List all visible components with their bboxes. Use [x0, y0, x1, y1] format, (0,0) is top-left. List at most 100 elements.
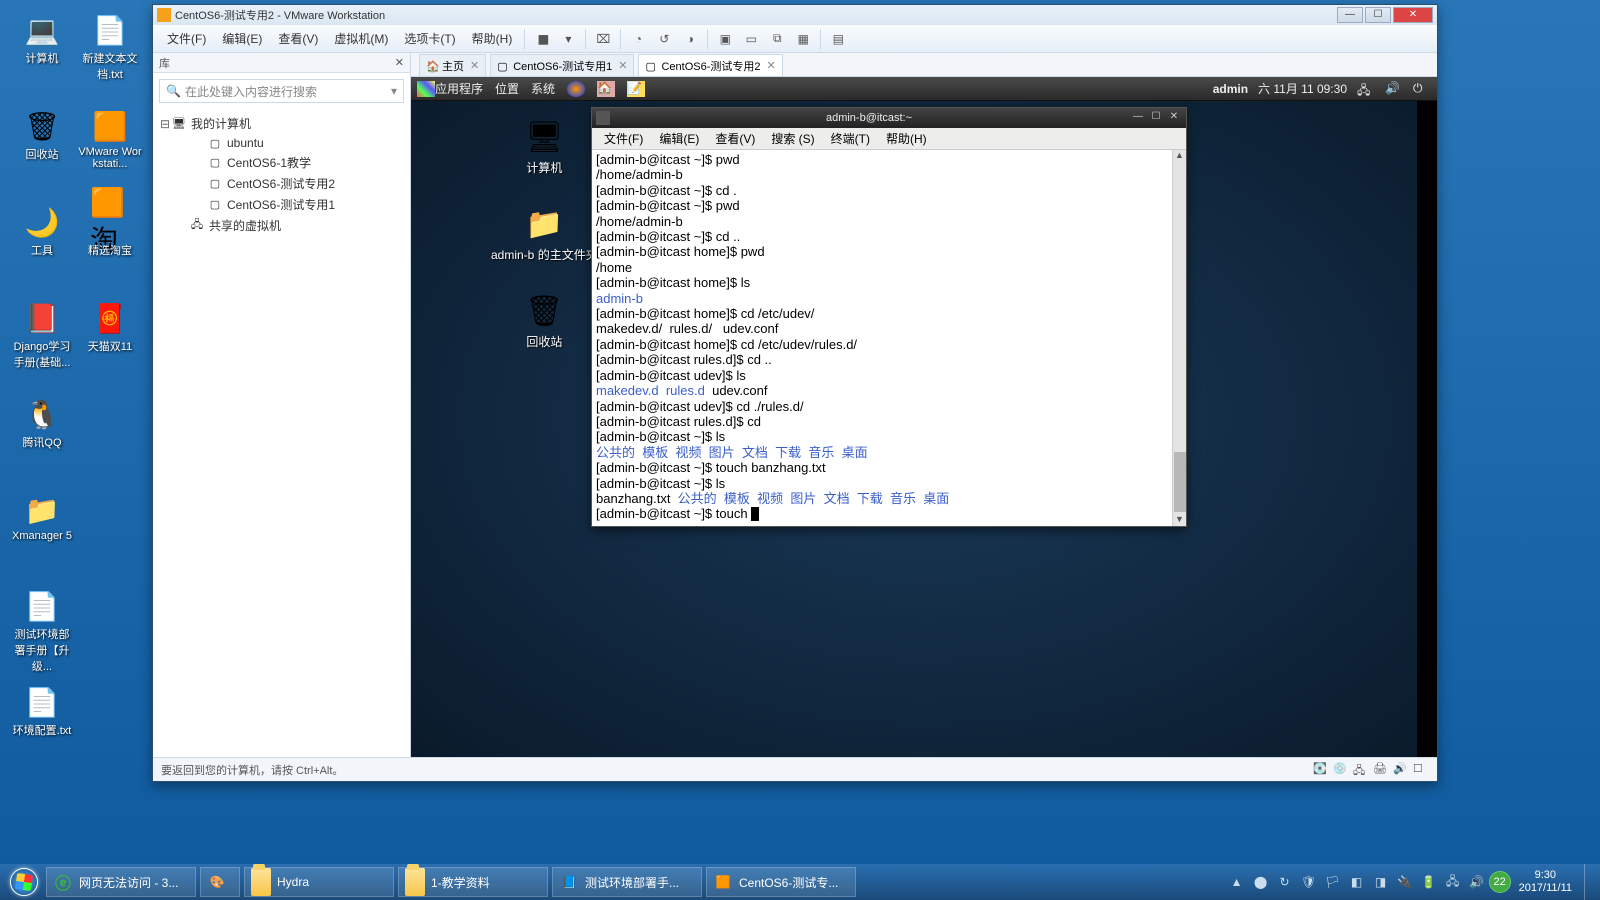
tray-app-icon[interactable]: ◧: [1348, 873, 1366, 891]
tray-network-icon[interactable]: 🖧: [1444, 873, 1462, 891]
menu-item[interactable]: 帮助(H): [464, 32, 521, 46]
device-disk-icon[interactable]: 💽: [1313, 762, 1329, 778]
host-desktop-icon[interactable]: 📄环境配置.txt: [10, 682, 74, 738]
menu-item[interactable]: 文件(F): [159, 32, 214, 46]
console-view-icon[interactable]: ⧉: [766, 28, 788, 50]
tray-icon[interactable]: ⬤: [1252, 873, 1270, 891]
terminal-menu-item[interactable]: 文件(F): [596, 130, 651, 147]
close-button[interactable]: ✕: [1393, 7, 1433, 23]
tray-battery-icon[interactable]: 🔋: [1420, 873, 1438, 891]
terminal-maximize-button[interactable]: ☐: [1148, 111, 1164, 125]
terminal-menu-item[interactable]: 搜索 (S): [763, 130, 822, 147]
tray-plug-icon[interactable]: 🔌: [1396, 873, 1414, 891]
terminal-close-button[interactable]: ✕: [1166, 111, 1182, 125]
tree-vm-item[interactable]: ▢CentOS6-测试专用1: [159, 194, 404, 215]
show-desktop-button[interactable]: [1584, 864, 1596, 900]
home-folder-icon[interactable]: 🏠: [597, 81, 615, 97]
guest-desktop-icon[interactable]: 🖥计算机: [491, 117, 598, 176]
snapshot-revert-icon[interactable]: ↺: [653, 28, 675, 50]
vm-tab[interactable]: ▢CentOS6-测试专用1✕: [490, 54, 634, 76]
scrollbar-thumb[interactable]: [1174, 452, 1186, 512]
tree-vm-item[interactable]: ▢CentOS6-1教学: [159, 152, 404, 173]
gnome-menu-item[interactable]: 应用程序: [435, 82, 483, 96]
host-desktop-icon[interactable]: 📄新建文本文档.txt: [78, 10, 142, 82]
text-editor-icon[interactable]: 📝: [627, 81, 645, 97]
device-printer-icon[interactable]: 🖨: [1373, 762, 1389, 778]
tray-sync-icon[interactable]: ↻: [1276, 873, 1294, 891]
tray-badge[interactable]: 22: [1489, 871, 1511, 893]
taskbar-button[interactable]: 🟧CentOS6-测试专...: [706, 867, 856, 897]
terminal-menu-item[interactable]: 帮助(H): [878, 130, 935, 147]
tree-root[interactable]: ⊟🖥 我的计算机: [159, 113, 404, 134]
device-cd-icon[interactable]: 💿: [1333, 762, 1349, 778]
taskbar-button[interactable]: 🎨: [200, 867, 240, 897]
minimize-button[interactable]: —: [1337, 7, 1363, 23]
sidebar-close-icon[interactable]: ✕: [395, 56, 404, 69]
vm-tab[interactable]: 🏠主页✕: [419, 54, 486, 76]
host-desktop-icon[interactable]: 📁Xmanager 5: [10, 490, 74, 542]
network-icon[interactable]: 🖧: [1357, 81, 1375, 97]
vmware-titlebar[interactable]: CentOS6-测试专用2 - VMware Workstation — ☐ ✕: [153, 5, 1437, 25]
terminal-scrollbar[interactable]: ▲ ▼: [1172, 150, 1186, 526]
search-input[interactable]: 🔍 在此处键入内容进行搜索 ▾: [159, 79, 404, 103]
menu-item[interactable]: 选项卡(T): [396, 32, 463, 46]
gnome-menu-item[interactable]: 系统: [531, 82, 555, 96]
gnome-date[interactable]: 六 11月 11 09:30: [1258, 80, 1347, 97]
volume-icon[interactable]: 🔊: [1385, 81, 1403, 97]
gnome-user[interactable]: admin: [1213, 82, 1248, 96]
guest-desktop-icon[interactable]: 🗑回收站: [491, 291, 598, 350]
tray-app2-icon[interactable]: ◨: [1372, 873, 1390, 891]
terminal-menu-item[interactable]: 编辑(E): [651, 130, 707, 147]
device-net-icon[interactable]: 🖧: [1353, 762, 1369, 778]
snapshot-manager-icon[interactable]: ◑: [679, 28, 701, 50]
tray-volume-icon[interactable]: 🔊: [1468, 873, 1486, 891]
toolbar-dropdown-icon[interactable]: ▾: [557, 28, 579, 50]
tray-shield-icon[interactable]: 🛡: [1300, 873, 1318, 891]
host-desktop-icon[interactable]: 📄测试环境部署手册【升级...: [10, 586, 74, 674]
tree-vm-item[interactable]: ▢ubuntu: [159, 134, 404, 152]
pause-icon[interactable]: ▮▮: [531, 28, 553, 50]
maximize-button[interactable]: ☐: [1365, 7, 1391, 23]
tray-flag-icon[interactable]: 🏳: [1324, 873, 1342, 891]
tab-close-icon[interactable]: ✕: [767, 59, 776, 72]
host-desktop-icon[interactable]: 🗑回收站: [10, 106, 74, 162]
terminal-minimize-button[interactable]: —: [1130, 111, 1146, 125]
tree-shared[interactable]: 🖧 共享的虚拟机: [159, 215, 404, 236]
gnome-menu-item[interactable]: 位置: [495, 82, 519, 96]
start-button[interactable]: [4, 867, 44, 897]
snapshot-icon[interactable]: ◔: [627, 28, 649, 50]
host-desktop-icon[interactable]: 🧧天猫双11: [78, 298, 142, 354]
menu-item[interactable]: 虚拟机(M): [326, 32, 396, 46]
host-desktop-icon[interactable]: 💻计算机: [10, 10, 74, 66]
host-desktop-icon[interactable]: 🐧腾讯QQ: [10, 394, 74, 450]
host-desktop-icon[interactable]: 🌙工具: [10, 202, 74, 258]
chevron-down-icon[interactable]: ▾: [391, 84, 397, 98]
menu-item[interactable]: 编辑(E): [214, 32, 270, 46]
host-desktop-icon[interactable]: 🟧VMware Workstati...: [78, 106, 142, 170]
taskbar-button[interactable]: Hydra: [244, 867, 394, 897]
fullscreen-icon[interactable]: ▣: [714, 28, 736, 50]
terminal-menu-item[interactable]: 查看(V): [707, 130, 763, 147]
unity-icon[interactable]: ▭: [740, 28, 762, 50]
device-sound-icon[interactable]: 🔊: [1393, 762, 1409, 778]
vm-tab[interactable]: ▢CentOS6-测试专用2✕: [638, 54, 782, 76]
taskbar-button[interactable]: ⓔ网页无法访问 - 3...: [46, 867, 196, 897]
taskbar-button[interactable]: 1-教学资料: [398, 867, 548, 897]
terminal-titlebar[interactable]: admin-b@itcast:~ — ☐ ✕: [592, 108, 1186, 128]
clock[interactable]: 9:30 2017/11/11: [1511, 869, 1580, 895]
power-icon[interactable]: ⏻: [1413, 81, 1431, 97]
firefox-icon[interactable]: [567, 81, 585, 97]
taskbar-button[interactable]: 📘测试环境部署手...: [552, 867, 702, 897]
guest-desktop-icon[interactable]: 📁admin-b 的主文件夹: [491, 204, 598, 263]
tree-vm-item[interactable]: ▢CentOS6-测试专用2: [159, 173, 404, 194]
gnome-menu-icon[interactable]: [417, 81, 435, 97]
tab-close-icon[interactable]: ✕: [618, 59, 627, 72]
host-desktop-icon[interactable]: 📕Django学习手册(基础...: [10, 298, 74, 370]
thumbnail-view-icon[interactable]: ▦: [792, 28, 814, 50]
tray-up-icon[interactable]: ▲: [1228, 873, 1246, 891]
host-desktop-icon[interactable]: 🟧淘精选淘宝: [78, 202, 142, 258]
send-ctrlaltdel-icon[interactable]: ⌧: [592, 28, 614, 50]
device-usb-icon[interactable]: ☐: [1413, 762, 1429, 778]
menu-item[interactable]: 查看(V): [270, 32, 326, 46]
tab-close-icon[interactable]: ✕: [470, 59, 479, 72]
